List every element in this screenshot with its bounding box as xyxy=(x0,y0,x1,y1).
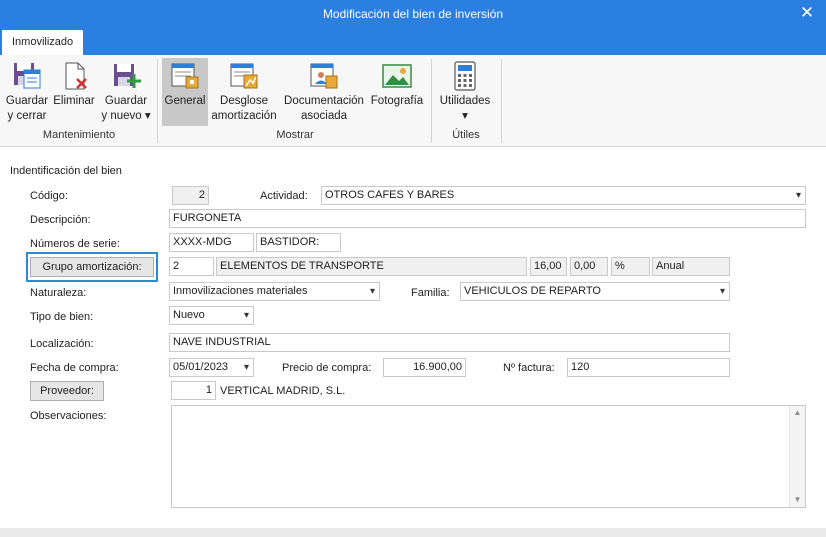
general-button[interactable]: General xyxy=(162,58,208,126)
group-label-mantenimiento: Mantenimiento xyxy=(42,129,116,141)
save-new-label-1: Guardar xyxy=(104,95,148,107)
form-panel: Indentificación del bien Código: 2 Activ… xyxy=(0,148,826,528)
codigo-field[interactable]: 2 xyxy=(172,186,209,205)
proveedor-code-field[interactable]: 1 xyxy=(171,381,216,400)
localizacion-label: Localización: xyxy=(30,338,94,350)
fecha-label: Fecha de compra: xyxy=(30,362,119,374)
breakdown-button[interactable]: Desglose amortización xyxy=(210,58,278,126)
familia-label: Familia: xyxy=(411,287,450,299)
delete-label: Eliminar xyxy=(53,95,95,107)
title-bar: Modificación del bien de inversión ✕ xyxy=(0,0,826,30)
codigo-label: Código: xyxy=(30,190,68,202)
documents-label-2: asociada xyxy=(300,110,348,122)
precio-field[interactable]: 16.900,00 xyxy=(383,358,466,377)
group-label-mostrar: Mostrar xyxy=(276,129,314,141)
breakdown-label-2: amortización xyxy=(211,110,277,122)
serie-field-1[interactable]: XXXX-MDG xyxy=(169,233,254,252)
save-new-label-2: y nuevo ▾ xyxy=(101,110,151,122)
tipo-label: Tipo de bien: xyxy=(30,311,94,323)
proveedor-button[interactable]: Proveedor: xyxy=(30,381,104,401)
photo-button[interactable]: Fotografía xyxy=(368,58,426,126)
save-close-label-2: y cerrar xyxy=(7,110,47,122)
photo-icon xyxy=(382,64,412,88)
naturaleza-label: Naturaleza: xyxy=(30,287,87,299)
group-label-utiles: Útiles xyxy=(452,129,480,141)
ribbon-separator xyxy=(431,59,432,143)
precio-label: Precio de compra: xyxy=(282,362,372,374)
grupo-pct1-field: 16,00 xyxy=(530,257,567,276)
status-bar xyxy=(0,528,826,537)
photo-label: Fotografía xyxy=(370,95,424,107)
serie-field-2[interactable]: BASTIDOR: xyxy=(256,233,341,252)
documents-button[interactable]: Documentación asociada xyxy=(282,58,366,126)
observaciones-label: Observaciones: xyxy=(30,410,107,422)
ribbon: Guardar y cerrar Eliminar Guardar y nuev… xyxy=(0,55,826,147)
close-icon[interactable]: ✕ xyxy=(796,3,818,25)
actividad-select[interactable]: OTROS CAFES Y BARES xyxy=(321,186,806,205)
grupo-code-field[interactable]: 2 xyxy=(169,257,214,276)
series-label: Números de serie: xyxy=(30,238,120,250)
breakdown-label-1: Desglose xyxy=(220,95,268,107)
descripcion-field[interactable]: FURGONETA xyxy=(169,209,806,228)
save-new-icon xyxy=(114,64,141,88)
delete-button[interactable]: Eliminar xyxy=(51,58,97,126)
scroll-down-icon[interactable]: ▼ xyxy=(790,493,805,507)
calculator-icon xyxy=(454,61,476,91)
ribbon-separator xyxy=(501,59,502,143)
factura-label: Nº factura: xyxy=(503,362,555,374)
actividad-label: Actividad: xyxy=(260,190,308,202)
grupo-period-field: Anual xyxy=(652,257,730,276)
scroll-up-icon[interactable]: ▲ xyxy=(790,406,805,420)
tipo-select[interactable]: Nuevo xyxy=(169,306,254,325)
general-form-icon xyxy=(171,63,199,89)
utilities-button[interactable]: Utilidades ▾ xyxy=(436,58,494,126)
ribbon-separator xyxy=(157,59,158,143)
grupo-pct2-field: 0,00 xyxy=(570,257,608,276)
tab-inmovilizado[interactable]: Inmovilizado xyxy=(2,30,84,55)
save-close-label-1: Guardar xyxy=(5,95,49,107)
familia-select[interactable]: VEHICULOS DE REPARTO xyxy=(460,282,730,301)
delete-icon xyxy=(65,62,87,90)
save-new-button[interactable]: Guardar y nuevo ▾ xyxy=(100,58,152,126)
localizacion-field[interactable]: NAVE INDUSTRIAL xyxy=(169,333,730,352)
amortization-breakdown-icon xyxy=(230,63,258,89)
utilities-chevron: ▾ xyxy=(462,110,468,122)
save-close-icon xyxy=(14,63,41,89)
ribbon-tabs: Inmovilizado xyxy=(0,30,826,55)
documents-icon xyxy=(310,63,338,89)
utilities-label: Utilidades xyxy=(439,95,491,107)
observaciones-scrollbar[interactable]: ▲ ▼ xyxy=(789,406,805,507)
descripcion-label: Descripción: xyxy=(30,214,91,226)
section-title: Indentificación del bien xyxy=(10,165,122,177)
window-title: Modificación del bien de inversión xyxy=(322,7,504,21)
naturaleza-select[interactable]: Inmovilizaciones materiales xyxy=(169,282,380,301)
observaciones-textarea[interactable]: ▲ ▼ xyxy=(171,405,806,508)
factura-field[interactable]: 120 xyxy=(567,358,730,377)
save-close-button[interactable]: Guardar y cerrar xyxy=(4,58,50,126)
grupo-amortizacion-button[interactable]: Grupo amortización: xyxy=(30,257,154,277)
fecha-picker[interactable]: 05/01/2023 xyxy=(169,358,254,377)
general-label: General xyxy=(164,95,206,107)
proveedor-name: VERTICAL MADRID, S.L. xyxy=(220,385,346,397)
documents-label-1: Documentación xyxy=(284,95,364,107)
grupo-unit-field: % xyxy=(611,257,650,276)
grupo-name-field: ELEMENTOS DE TRANSPORTE xyxy=(216,257,527,276)
